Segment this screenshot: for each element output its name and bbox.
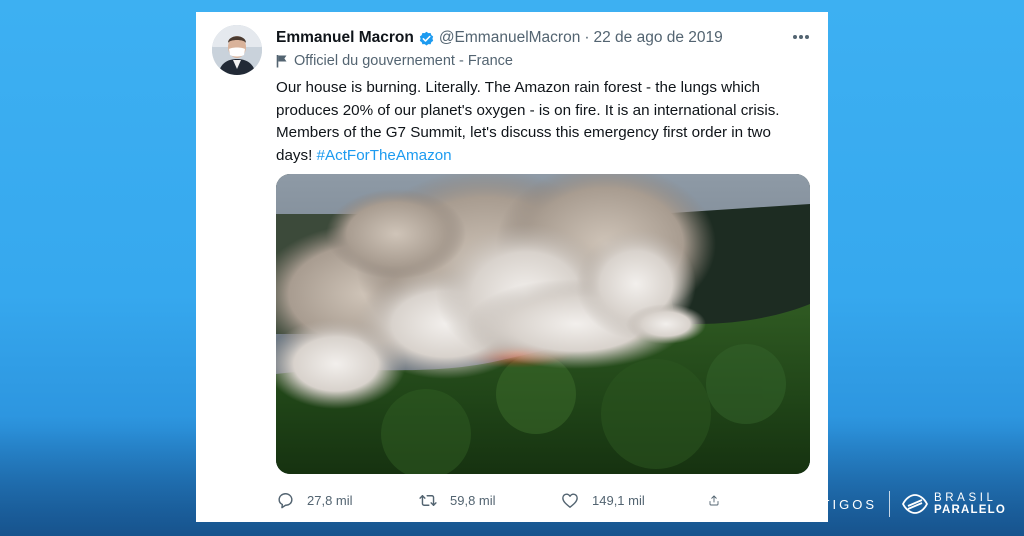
more-icon[interactable] xyxy=(790,28,812,46)
like-icon xyxy=(562,492,578,508)
tweet-text-line: produces 20% of our planet's oxygen - is… xyxy=(276,101,780,119)
tweet-date[interactable]: 22 de ago de 2019 xyxy=(594,29,723,47)
tweet-photo[interactable] xyxy=(276,174,810,474)
like-button[interactable]: 149,1 mil xyxy=(560,491,708,510)
share-button[interactable] xyxy=(708,491,732,510)
brand-footer: ARTIGOS BRASIL PARALELO xyxy=(798,486,1006,522)
retweet-icon xyxy=(419,494,437,506)
like-count: 149,1 mil xyxy=(592,492,645,508)
verified-badge-icon xyxy=(418,30,435,47)
tweet-text-line: Our house is burning. Literally. The Ama… xyxy=(276,79,760,96)
tweet-card[interactable]: Emmanuel Macron @EmmanuelMacron · 22 de … xyxy=(196,12,828,522)
share-icon xyxy=(709,495,719,505)
avatar[interactable] xyxy=(212,25,262,75)
tweet-header: Emmanuel Macron @EmmanuelMacron · 22 de … xyxy=(276,27,723,49)
tweet-actions: 27,8 mil 59,8 mil 149,1 mil xyxy=(276,488,736,512)
brasil-paralelo-logo-icon xyxy=(902,493,928,515)
retweet-button[interactable]: 59,8 mil xyxy=(418,491,560,510)
section-label[interactable]: ARTIGOS xyxy=(798,497,877,512)
reply-count: 27,8 mil xyxy=(307,492,353,508)
brand-logo-text[interactable]: BRASIL PARALELO xyxy=(934,492,1006,516)
affiliation-label: Officiel du gouvernement - France xyxy=(276,51,513,71)
brand-logo-top: BRASIL xyxy=(934,492,997,504)
affiliation-text: Officiel du gouvernement - France xyxy=(294,53,513,69)
brand-logo-bottom: PARALELO xyxy=(934,504,1006,516)
tweet-text: Our house is burning. Literally. The Ama… xyxy=(276,77,810,167)
tweet-text-line: days! xyxy=(276,146,317,164)
flag-icon xyxy=(276,54,288,68)
reply-icon xyxy=(278,492,293,508)
retweet-count: 59,8 mil xyxy=(450,492,496,508)
separator-dot: · xyxy=(584,29,590,46)
display-name[interactable]: Emmanuel Macron xyxy=(276,29,414,47)
tweet-text-line-last: days! #ActForTheAmazon xyxy=(276,145,810,168)
hashtag-link[interactable]: #ActForTheAmazon xyxy=(317,147,452,164)
brand-divider xyxy=(889,491,890,517)
reply-button[interactable]: 27,8 mil xyxy=(276,491,418,510)
tweet-text-line: Members of the G7 Summit, let's discuss … xyxy=(276,124,771,142)
handle[interactable]: @EmmanuelMacron xyxy=(439,29,581,47)
photo-illustration xyxy=(276,174,810,474)
